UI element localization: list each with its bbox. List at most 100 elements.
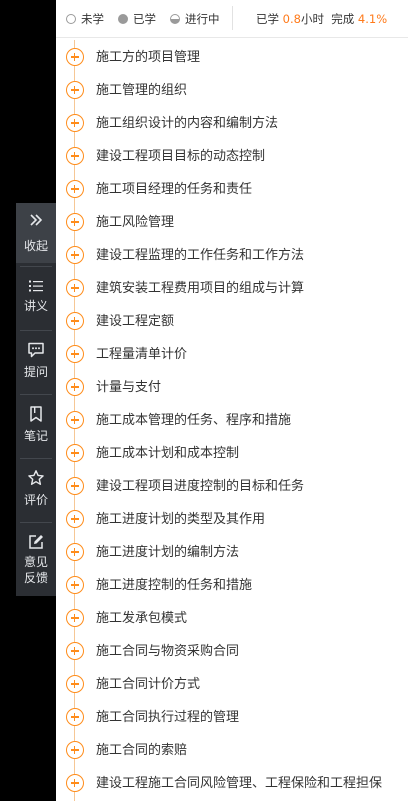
lesson-item[interactable]: 施工项目经理的任务和责任 <box>56 173 408 206</box>
lesson-title: 建设工程定额 <box>96 314 175 329</box>
lesson-title: 施工进度控制的任务和措施 <box>96 578 253 593</box>
divider <box>20 266 52 267</box>
lesson-item[interactable]: 建筑安装工程费用项目的组成与计算 <box>56 272 408 305</box>
notes-button[interactable]: 笔记 <box>16 397 56 455</box>
unlearned-status-icon <box>66 14 76 24</box>
progress-legend: 未学 已学 进行中 已学 0.8小时 完成 4.1% <box>56 0 408 38</box>
feedback-button[interactable]: 意见 反馈 <box>16 525 56 596</box>
expand-plus-icon[interactable] <box>66 81 84 99</box>
lesson-item[interactable]: 建设工程项目进度控制的目标和任务 <box>56 470 408 503</box>
legend-unlearned: 未学 <box>66 12 104 26</box>
lesson-title: 施工进度计划的编制方法 <box>96 545 240 560</box>
expand-plus-icon[interactable] <box>66 675 84 693</box>
lesson-title: 施工合同的索赔 <box>96 743 188 758</box>
question-button[interactable]: 提问 <box>16 333 56 391</box>
legend-in-progress: 进行中 <box>170 12 220 26</box>
lesson-item[interactable]: 施工发承包模式 <box>56 602 408 635</box>
divider <box>20 458 52 459</box>
expand-plus-icon[interactable] <box>66 180 84 198</box>
note-icon <box>30 406 42 422</box>
expand-plus-icon[interactable] <box>66 576 84 594</box>
lesson-title: 施工发承包模式 <box>96 611 188 626</box>
lesson-title: 建设工程项目目标的动态控制 <box>96 149 266 164</box>
lesson-item[interactable]: 施工风险管理 <box>56 206 408 239</box>
complete-label: 完成 <box>331 12 355 26</box>
expand-plus-icon[interactable] <box>66 279 84 297</box>
list-icon <box>29 280 43 292</box>
expand-plus-icon[interactable] <box>66 609 84 627</box>
expand-plus-icon[interactable] <box>66 114 84 132</box>
expand-plus-icon[interactable] <box>66 312 84 330</box>
expand-plus-icon[interactable] <box>66 708 84 726</box>
lesson-item[interactable]: 施工组织设计的内容和编制方法 <box>56 107 408 140</box>
legend-divider <box>232 6 233 30</box>
expand-plus-icon[interactable] <box>66 510 84 528</box>
notes-label: 笔记 <box>23 429 48 443</box>
lesson-item[interactable]: 施工进度控制的任务和措施 <box>56 569 408 602</box>
lesson-title: 施工合同与物资采购合同 <box>96 644 240 659</box>
lesson-item[interactable]: 施工进度计划的类型及其作用 <box>56 503 408 536</box>
handout-label: 讲义 <box>23 299 48 313</box>
in-progress-status-icon <box>170 14 180 24</box>
edit-icon <box>29 535 43 549</box>
feedback-label-line1: 意见 <box>23 555 48 569</box>
lesson-item[interactable]: 建设工程监理的工作任务和工作方法 <box>56 239 408 272</box>
lesson-title: 施工成本计划和成本控制 <box>96 446 240 461</box>
lesson-item[interactable]: 施工成本计划和成本控制 <box>56 437 408 470</box>
learned-hours-value: 0.8 <box>282 12 301 26</box>
divider <box>20 394 52 395</box>
expand-plus-icon[interactable] <box>66 543 84 561</box>
lesson-item[interactable]: 施工合同执行过程的管理 <box>56 701 408 734</box>
collapse-label: 收起 <box>23 239 48 253</box>
learned-hours-prefix: 已学 <box>256 12 279 26</box>
handout-button[interactable]: 讲义 <box>16 269 56 327</box>
lesson-item[interactable]: 施工合同计价方式 <box>56 668 408 701</box>
question-label: 提问 <box>23 365 48 379</box>
lesson-item[interactable]: 施工合同与物资采购合同 <box>56 635 408 668</box>
learned-status-icon <box>118 14 128 24</box>
lesson-item[interactable]: 施工方的项目管理 <box>56 41 408 74</box>
lesson-item[interactable]: 建设工程定额 <box>56 305 408 338</box>
expand-plus-icon[interactable] <box>66 774 84 792</box>
learned-hours-unit: 小时 <box>300 12 324 26</box>
lesson-item[interactable]: 建设工程施工合同风险管理、工程保险和工程担保 <box>56 767 408 800</box>
lesson-item[interactable]: 施工管理的组织 <box>56 74 408 107</box>
review-label: 评价 <box>23 493 48 507</box>
lesson-title: 施工风险管理 <box>96 215 175 230</box>
expand-plus-icon[interactable] <box>66 345 84 363</box>
lesson-item[interactable]: 工程量清单计价 <box>56 338 408 371</box>
lesson-title: 施工成本管理的任务、程序和措施 <box>96 413 292 428</box>
lesson-item[interactable]: 施工进度计划的编制方法 <box>56 536 408 569</box>
expand-plus-icon[interactable] <box>66 48 84 66</box>
lesson-item[interactable]: 计量与支付 <box>56 371 408 404</box>
collapse-button[interactable]: 收起 <box>16 203 56 263</box>
lesson-title: 建设工程监理的工作任务和工作方法 <box>96 248 305 263</box>
expand-plus-icon[interactable] <box>66 213 84 231</box>
expand-plus-icon[interactable] <box>66 147 84 165</box>
course-outline-panel: 未学 已学 进行中 已学 0.8小时 完成 4.1% 施工方的项目管理 施工管理的… <box>56 0 416 801</box>
lesson-title: 施工管理的组织 <box>96 83 188 98</box>
lesson-title: 施工合同计价方式 <box>96 677 201 692</box>
expand-plus-icon[interactable] <box>66 642 84 660</box>
lesson-title: 施工组织设计的内容和编制方法 <box>96 116 279 131</box>
legend-unlearned-label: 未学 <box>81 12 104 26</box>
lesson-title: 计量与支付 <box>96 380 162 395</box>
legend-learned-label: 已学 <box>133 12 156 26</box>
expand-plus-icon[interactable] <box>66 741 84 759</box>
review-button[interactable]: 评价 <box>16 461 56 519</box>
lesson-title: 施工合同执行过程的管理 <box>96 710 240 725</box>
lesson-item[interactable]: 施工成本管理的任务、程序和措施 <box>56 404 408 437</box>
lesson-title: 建筑安装工程费用项目的组成与计算 <box>96 281 305 296</box>
expand-plus-icon[interactable] <box>66 246 84 264</box>
side-toolbar: 收起 讲义 提问 笔记 评价 意见 反馈 <box>16 203 56 596</box>
expand-plus-icon[interactable] <box>66 411 84 429</box>
expand-plus-icon[interactable] <box>66 444 84 462</box>
feedback-label-line2: 反馈 <box>23 571 48 585</box>
legend-in-progress-label: 进行中 <box>185 12 220 26</box>
expand-plus-icon[interactable] <box>66 477 84 495</box>
lesson-title: 施工方的项目管理 <box>96 50 201 65</box>
expand-plus-icon[interactable] <box>66 378 84 396</box>
chat-icon <box>28 342 44 358</box>
lesson-item[interactable]: 施工合同的索赔 <box>56 734 408 767</box>
lesson-item[interactable]: 建设工程项目目标的动态控制 <box>56 140 408 173</box>
